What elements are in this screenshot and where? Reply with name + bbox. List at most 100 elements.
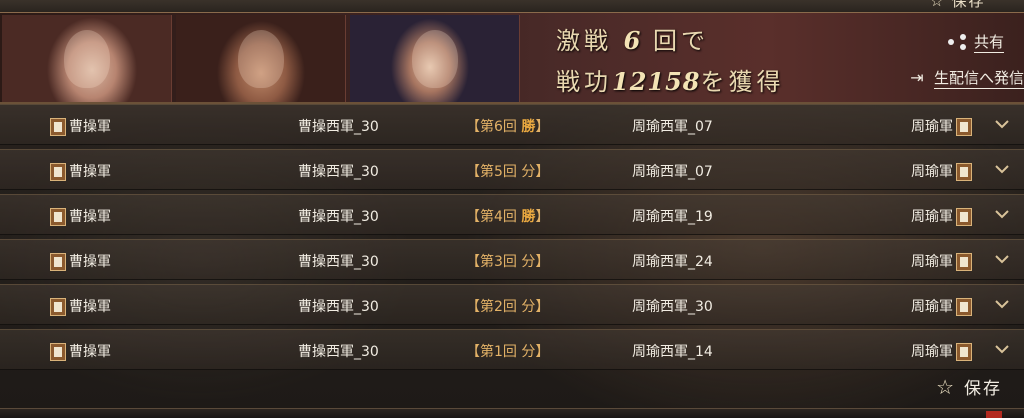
left-army: 曹操軍 <box>50 296 111 316</box>
stream-button[interactable]: ⇥ 生配信へ発信 <box>906 67 1024 89</box>
right-player: 周瑜西軍_07 <box>632 119 713 135</box>
right-army: 周瑜軍 <box>911 206 972 226</box>
right-army: 周瑜軍 <box>911 341 972 361</box>
top-save-label: 保存 <box>951 0 986 10</box>
round-result: 【第1回 分】 <box>466 341 549 361</box>
battle-count-prefix: 激戦 <box>556 27 612 55</box>
round-label: 【第4回 <box>466 209 517 225</box>
round-close: 】 <box>535 119 550 135</box>
army-flag-icon <box>50 343 66 361</box>
merit-suffix: を獲得 <box>700 68 785 96</box>
army-flag-icon <box>50 163 66 181</box>
result-label: 分 <box>521 254 536 270</box>
result-label: 分 <box>521 344 536 360</box>
round-result: 【第4回 勝】 <box>466 206 549 226</box>
battle-row[interactable]: 曹操軍 曹操西軍_30 【第4回 勝】 周瑜西軍_19 周瑜軍 <box>0 194 1024 235</box>
left-player: 曹操西軍_30 <box>298 164 379 180</box>
round-close: 】 <box>535 344 550 360</box>
right-army-label: 周瑜軍 <box>911 299 953 315</box>
left-army: 曹操軍 <box>50 251 111 271</box>
star-icon: ☆ <box>936 374 956 399</box>
battle-count-line: 激戦 6 回で <box>556 21 856 56</box>
chevron-down-icon[interactable] <box>994 161 1010 177</box>
round-result: 【第3回 分】 <box>466 251 549 271</box>
left-army-label: 曹操軍 <box>69 254 111 270</box>
chevron-down-icon[interactable] <box>994 206 1010 222</box>
battle-count-suffix: 回で <box>652 27 709 55</box>
left-player: 曹操西軍_30 <box>298 344 379 360</box>
army-flag-icon <box>50 118 66 136</box>
portrait-1 <box>2 15 172 102</box>
battle-row[interactable]: 曹操軍 曹操西軍_30 【第6回 勝】 周瑜西軍_07 周瑜軍 <box>0 104 1024 145</box>
round-result: 【第5回 分】 <box>466 161 549 181</box>
chevron-down-icon[interactable] <box>994 116 1010 132</box>
right-army: 周瑜軍 <box>911 296 972 316</box>
left-army: 曹操軍 <box>50 161 111 181</box>
right-army-label: 周瑜軍 <box>911 119 953 135</box>
battle-list: 曹操軍 曹操西軍_30 【第6回 勝】 周瑜西軍_07 周瑜軍 曹操軍 曹操西軍… <box>0 104 1024 374</box>
left-player: 曹操西軍_30 <box>298 299 379 315</box>
chevron-down-icon[interactable] <box>994 251 1010 267</box>
round-label: 【第3回 <box>466 254 517 270</box>
left-army-label: 曹操軍 <box>69 209 111 225</box>
right-army-label: 周瑜軍 <box>911 254 953 270</box>
notification-mark <box>986 411 1002 418</box>
left-player: 曹操西軍_30 <box>298 254 379 270</box>
banner-actions: 共有 ⇥ 生配信へ発信 <box>874 13 1024 102</box>
right-army: 周瑜軍 <box>911 116 972 136</box>
banner-summary: 激戦 6 回で 戦功12158を獲得 <box>556 21 856 97</box>
battle-row[interactable]: 曹操軍 曹操西軍_30 【第5回 分】 周瑜西軍_07 周瑜軍 <box>0 149 1024 190</box>
result-label: 分 <box>521 299 536 315</box>
round-result: 【第6回 勝】 <box>466 116 549 136</box>
top-strip: ☆ 保存 <box>0 0 1024 12</box>
army-flag-icon <box>956 253 972 271</box>
round-label: 【第6回 <box>466 119 517 135</box>
army-flag-icon <box>956 118 972 136</box>
save-label: 保存 <box>964 379 1002 399</box>
share-label: 共有 <box>973 33 1004 53</box>
right-player: 周瑜西軍_14 <box>632 344 713 360</box>
chevron-down-icon[interactable] <box>994 296 1010 312</box>
round-label: 【第1回 <box>466 344 517 360</box>
result-label: 分 <box>521 164 536 180</box>
merit-line: 戦功12158を獲得 <box>556 62 856 97</box>
army-flag-icon <box>50 208 66 226</box>
left-army: 曹操軍 <box>50 116 111 136</box>
share-icon <box>947 34 968 50</box>
round-close: 】 <box>535 254 550 270</box>
stream-icon: ⇥ <box>910 68 924 87</box>
army-flag-icon <box>956 163 972 181</box>
left-army: 曹操軍 <box>50 341 111 361</box>
round-close: 】 <box>535 209 550 225</box>
left-army-label: 曹操軍 <box>69 119 111 135</box>
result-banner: 激戦 6 回で 戦功12158を獲得 共有 ⇥ 生配信へ発信 <box>0 12 1024 104</box>
portrait-3 <box>350 15 520 102</box>
round-close: 】 <box>535 164 550 180</box>
battle-row[interactable]: 曹操軍 曹操西軍_30 【第2回 分】 周瑜西軍_30 周瑜軍 <box>0 284 1024 325</box>
chevron-down-icon[interactable] <box>994 341 1010 357</box>
battle-row[interactable]: 曹操軍 曹操西軍_30 【第1回 分】 周瑜西軍_14 周瑜軍 <box>0 329 1024 370</box>
army-flag-icon <box>956 208 972 226</box>
army-flag-icon <box>956 343 972 361</box>
portrait-2 <box>176 15 346 102</box>
army-flag-icon <box>956 298 972 316</box>
round-close: 】 <box>535 299 550 315</box>
merit-prefix: 戦功 <box>556 68 612 96</box>
top-save-button[interactable]: ☆ 保存 <box>930 0 1000 10</box>
right-army: 周瑜軍 <box>911 251 972 271</box>
battle-row[interactable]: 曹操軍 曹操西軍_30 【第3回 分】 周瑜西軍_24 周瑜軍 <box>0 239 1024 280</box>
star-icon: ☆ <box>930 0 946 10</box>
left-army-label: 曹操軍 <box>69 164 111 180</box>
right-player: 周瑜西軍_24 <box>632 254 713 270</box>
left-player: 曹操西軍_30 <box>298 209 379 225</box>
share-button[interactable]: 共有 <box>947 31 1004 53</box>
right-army-label: 周瑜軍 <box>911 344 953 360</box>
left-army: 曹操軍 <box>50 206 111 226</box>
right-army-label: 周瑜軍 <box>911 209 953 225</box>
round-label: 【第2回 <box>466 299 517 315</box>
save-button[interactable]: ☆ 保存 <box>936 374 1002 400</box>
right-army: 周瑜軍 <box>911 161 972 181</box>
bottom-strip <box>0 408 1024 418</box>
round-label: 【第5回 <box>466 164 517 180</box>
stream-label: 生配信へ発信 <box>933 69 1024 89</box>
